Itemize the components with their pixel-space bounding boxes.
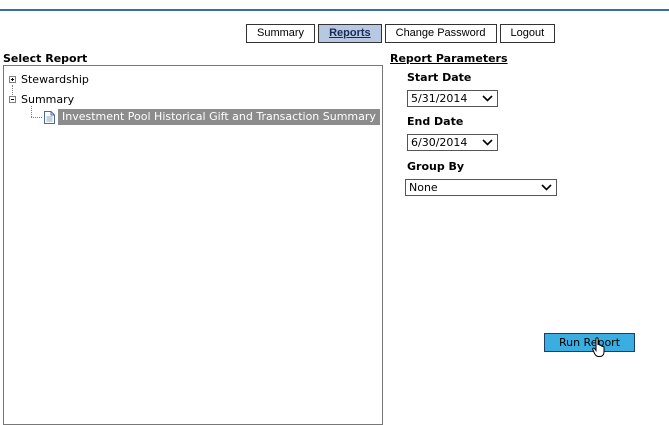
tree-node-label[interactable]: Summary — [21, 93, 74, 106]
end-date-select[interactable]: 6/30/2014 — [407, 134, 498, 151]
tree-node-summary[interactable]: Summary — [9, 93, 74, 106]
chevron-down-icon — [482, 95, 493, 102]
select-report-title: Select Report — [3, 52, 88, 65]
nav-summary-button[interactable]: Summary — [246, 24, 316, 43]
tree-connector — [31, 106, 32, 117]
top-nav: Summary Reports Change Password Logout — [246, 24, 558, 43]
start-date-label: Start Date — [407, 71, 472, 84]
nav-reports-button[interactable]: Reports — [318, 24, 382, 43]
end-date-value: 6/30/2014 — [411, 136, 468, 149]
group-by-label: Group By — [407, 160, 465, 173]
hand-cursor-icon — [592, 337, 605, 357]
header-rule — [0, 9, 669, 11]
nav-change-password-button[interactable]: Change Password — [384, 24, 497, 43]
group-by-select[interactable]: None — [405, 179, 557, 196]
run-report-button[interactable]: Run Report — [544, 333, 635, 352]
tree-node-selected-report[interactable]: Investment Pool Historical Gift and Tran… — [58, 109, 380, 125]
document-icon — [44, 111, 55, 124]
tree-node-stewardship[interactable]: Stewardship — [9, 73, 89, 86]
plus-box-icon[interactable] — [9, 76, 16, 83]
start-date-value: 5/31/2014 — [411, 92, 468, 105]
chevron-down-icon — [541, 184, 552, 191]
nav-logout-button[interactable]: Logout — [499, 24, 556, 43]
tree-connector — [31, 117, 42, 118]
group-by-value: None — [409, 181, 438, 194]
minus-box-icon[interactable] — [9, 96, 16, 103]
end-date-label: End Date — [407, 115, 464, 128]
tree-node-label[interactable]: Stewardship — [21, 73, 89, 86]
start-date-select[interactable]: 5/31/2014 — [407, 90, 498, 107]
report-parameters-title: Report Parameters — [390, 52, 508, 65]
chevron-down-icon — [482, 139, 493, 146]
